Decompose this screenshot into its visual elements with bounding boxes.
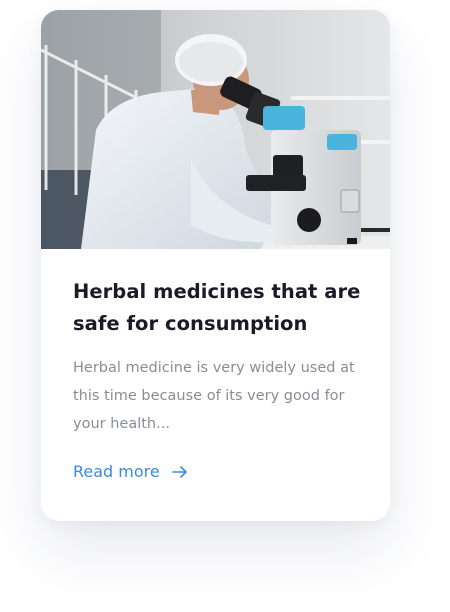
article-image [41, 10, 390, 249]
page: Herbal medicines that are safe for consu… [0, 0, 450, 612]
card-body: Herbal medicines that are safe for consu… [73, 276, 363, 438]
arrow-right-icon [171, 465, 188, 478]
article-excerpt: Herbal medicine is very widely used at t… [73, 360, 355, 432]
read-more-label: Read more [73, 462, 160, 481]
read-more-link[interactable]: Read more [73, 462, 188, 481]
article-title: Herbal medicines that are safe for consu… [73, 280, 361, 335]
article-card: Herbal medicines that are safe for consu… [41, 10, 390, 521]
